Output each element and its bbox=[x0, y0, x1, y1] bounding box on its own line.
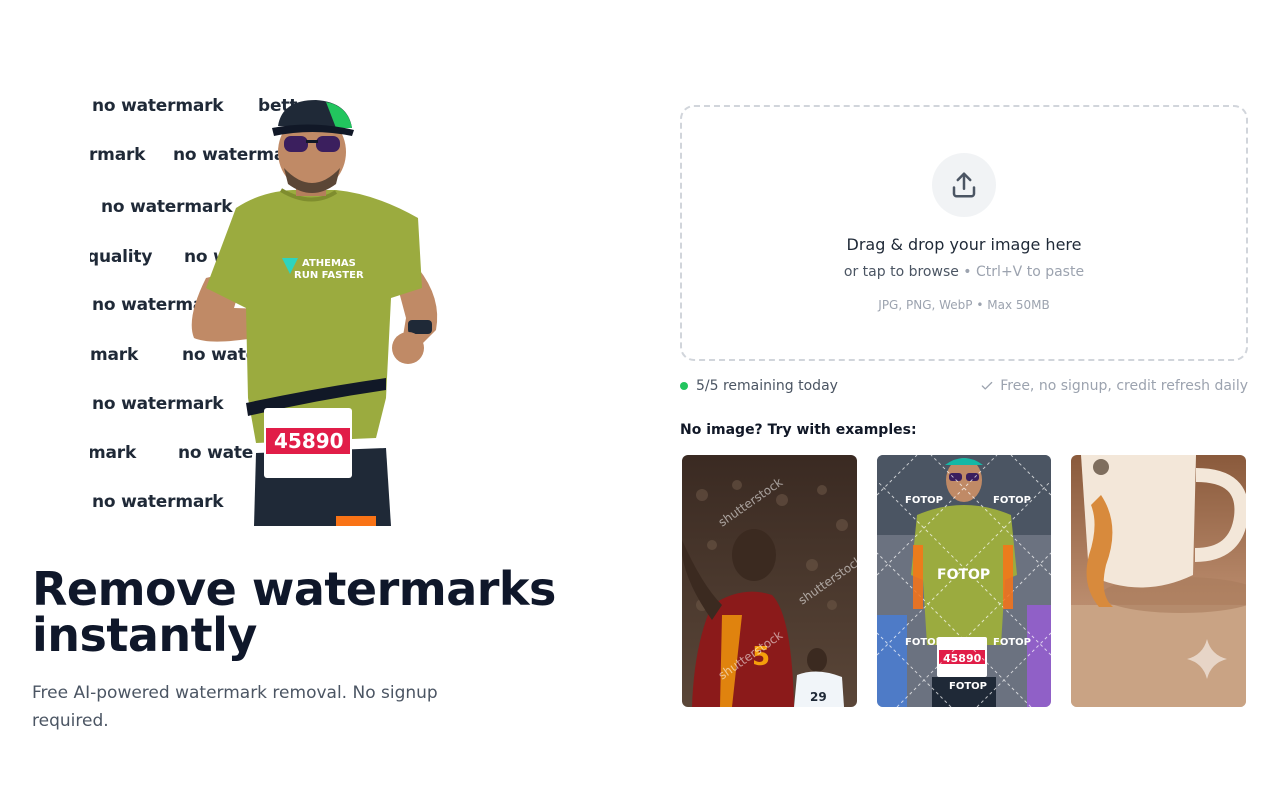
hero-visual: no watermark bett rmark no waterma no wa… bbox=[90, 90, 450, 526]
hero-title: Remove watermarks instantly bbox=[32, 562, 556, 662]
separator: • bbox=[958, 264, 977, 280]
dropzone-title: Drag & drop your image here bbox=[846, 235, 1082, 254]
remaining-text: 5/5 remaining today bbox=[696, 378, 838, 394]
watermark-text: FOTOP bbox=[993, 637, 1031, 648]
free-info-text: Free, no signup, credit refresh daily bbox=[1000, 378, 1248, 394]
svg-text:RUN FASTER: RUN FASTER bbox=[294, 270, 364, 281]
svg-text:29: 29 bbox=[810, 690, 827, 704]
watermark-text: FOTOP bbox=[993, 495, 1031, 506]
upload-dropzone[interactable]: Drag & drop your image here or tap to br… bbox=[680, 105, 1248, 361]
watermark-word: mark bbox=[90, 443, 137, 463]
paste-hint: Ctrl+V to paste bbox=[976, 264, 1085, 280]
status-dot bbox=[680, 382, 688, 390]
examples-title: No image? Try with examples: bbox=[680, 422, 917, 438]
svg-text:ATHEMAS: ATHEMAS bbox=[302, 258, 356, 269]
runner-image: ATHEMAS RUN FASTER 45890 bbox=[191, 100, 438, 526]
example-image-runner[interactable]: 45890 FOTOP FOTOP FOTOP FOTOP FOTOP FOTO… bbox=[877, 455, 1051, 707]
bib-number: 45890 bbox=[943, 652, 982, 665]
status-row: 5/5 remaining today Free, no signup, cre… bbox=[680, 378, 1248, 398]
dropzone-subtitle: or tap to browse • Ctrl+V to paste bbox=[682, 264, 1246, 280]
watermark-text: FOTOP bbox=[949, 681, 987, 692]
watermark-word: rmark bbox=[90, 145, 146, 165]
watermark-text: FOTOP bbox=[937, 567, 990, 583]
remaining-credits: 5/5 remaining today bbox=[680, 378, 838, 394]
hero-subtitle: Free AI-powered watermark removal. No si… bbox=[32, 683, 438, 731]
watermark-word: quality bbox=[90, 247, 153, 267]
watermark-text: FOTOP bbox=[905, 637, 943, 648]
example-image-football[interactable]: 5 29 shutterstock shutterstock shutterst… bbox=[682, 455, 857, 707]
browse-link[interactable]: or tap to browse bbox=[844, 264, 959, 280]
example-image-cup[interactable] bbox=[1071, 455, 1246, 707]
watermark-text: FOTOP bbox=[905, 495, 943, 506]
watermark-word: mark bbox=[90, 345, 139, 365]
free-info: Free, no signup, credit refresh daily bbox=[980, 378, 1248, 394]
accepted-formats: JPG, PNG, WebP • Max 50MB bbox=[878, 298, 1050, 312]
check-icon bbox=[981, 381, 993, 390]
upload-icon bbox=[932, 153, 996, 217]
bib-number: 45890 bbox=[274, 429, 344, 453]
